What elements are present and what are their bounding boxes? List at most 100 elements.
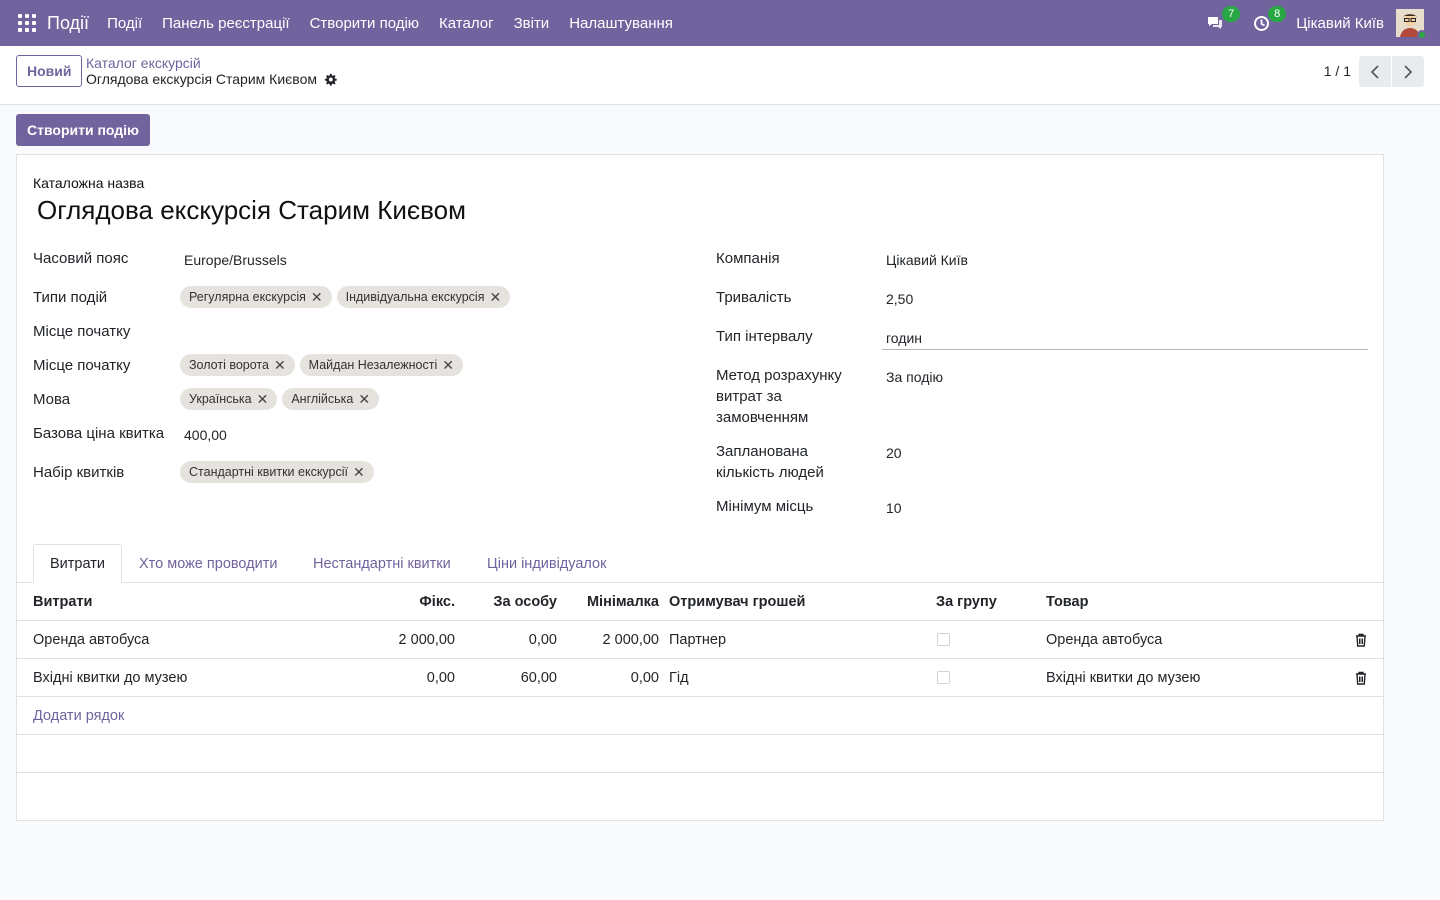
remove-tag-icon[interactable]: ✕ [358, 391, 370, 408]
menu-item-create-event[interactable]: Створити подію [310, 15, 419, 32]
column-header-expense[interactable]: Витрати [33, 594, 92, 610]
pager-value[interactable]: 1 / 1 [1324, 63, 1351, 79]
event-types-label: Типи подій [33, 289, 108, 306]
catalog-name-field[interactable]: Оглядова екскурсія Старим Києвом [37, 195, 466, 226]
tag-label: Індивідуальна екскурсія [345, 290, 485, 304]
remove-tag-icon[interactable]: ✕ [311, 289, 323, 306]
column-header-minimum[interactable]: Мінімалка [559, 594, 659, 610]
remove-tag-icon[interactable]: ✕ [442, 357, 454, 374]
app-grid-icon[interactable] [17, 13, 37, 33]
cell-per-person[interactable]: 60,00 [457, 670, 557, 686]
planned-people-field[interactable]: 20 [886, 445, 902, 461]
column-header-payee[interactable]: Отримувач грошей [669, 594, 805, 610]
start-place-label: Місце початку [33, 323, 131, 340]
per-group-checkbox[interactable] [937, 633, 950, 646]
table-divider [17, 658, 1383, 659]
messages-icon[interactable]: 7 [1204, 6, 1241, 34]
cell-minimum[interactable]: 2 000,00 [559, 632, 659, 648]
app-name[interactable]: Події [47, 13, 89, 34]
messages-count-badge: 7 [1222, 6, 1241, 22]
remove-tag-icon[interactable]: ✕ [274, 357, 286, 374]
ticket-set-field[interactable]: Стандартні квитки екскурсії ✕ [180, 461, 374, 483]
timezone-field[interactable]: Europe/Brussels [184, 252, 287, 268]
new-record-button[interactable]: Новий [16, 55, 83, 87]
per-group-checkbox[interactable] [937, 671, 950, 684]
breadcrumb-current: Оглядова екскурсія Старим Києвом [86, 71, 337, 87]
cost-method-label-line3: замовченням [716, 409, 809, 426]
duration-field[interactable]: 2,50 [886, 291, 913, 307]
cell-payee[interactable]: Партнер [669, 632, 726, 648]
cost-method-label-line2: витрат за [716, 388, 782, 405]
add-line-link[interactable]: Додати рядок [33, 708, 124, 724]
base-price-label: Базова ціна квитка [33, 425, 165, 442]
cell-product[interactable]: Оренда автобуса [1046, 632, 1162, 648]
base-price-field[interactable]: 400,00 [184, 427, 227, 443]
cost-method-field[interactable]: За подію [886, 369, 943, 385]
pager-next-button[interactable] [1392, 56, 1424, 87]
tab-custom-tickets[interactable]: Нестандартні квитки [297, 544, 467, 583]
tab-who-can-guide[interactable]: Хто може проводити [123, 544, 293, 583]
tag-language: Українська ✕ [180, 388, 278, 410]
tag-label: Українська [189, 392, 252, 406]
menu-item-events[interactable]: Події [107, 15, 142, 32]
user-avatar[interactable] [1396, 9, 1427, 40]
tag-label: Англійська [291, 392, 354, 406]
form-sheet: Каталожна назва Оглядова екскурсія Стари… [16, 154, 1384, 821]
language-label: Мова [33, 391, 71, 408]
catalog-name-label: Каталожна назва [33, 175, 145, 191]
min-seats-field[interactable]: 10 [886, 500, 902, 516]
interval-type-field[interactable]: годин [886, 330, 922, 346]
cell-fixed[interactable]: 0,00 [355, 670, 455, 686]
navbar-systray: 7 8 Цікавий Київ [1204, 0, 1440, 46]
language-field[interactable]: Українська ✕ Англійська ✕ [180, 388, 380, 410]
company-switcher[interactable]: Цікавий Київ [1296, 15, 1384, 32]
start-places-field[interactable]: Золоті ворота ✕ Майдан Незалежності ✕ [180, 354, 463, 376]
column-header-fixed[interactable]: Фікс. [355, 594, 455, 610]
remove-tag-icon[interactable]: ✕ [489, 289, 501, 306]
menu-item-registration-desk[interactable]: Панель реєстрації [162, 15, 289, 32]
remove-tag-icon[interactable]: ✕ [257, 391, 269, 408]
tag-label: Золоті ворота [189, 358, 269, 372]
control-panel: Новий Каталог екскурсій Оглядова екскурс… [0, 46, 1440, 105]
tab-expenses[interactable]: Витрати [33, 544, 122, 583]
column-header-product[interactable]: Товар [1046, 594, 1088, 610]
tag-language: Англійська ✕ [282, 388, 380, 410]
table-divider [17, 620, 1383, 621]
tag-label: Стандартні квитки екскурсії [189, 465, 348, 479]
menu-item-reports[interactable]: Звіти [514, 15, 550, 32]
breadcrumb-parent-link[interactable]: Каталог екскурсій [86, 55, 201, 71]
cell-per-person[interactable]: 0,00 [457, 632, 557, 648]
cell-expense-name[interactable]: Оренда автобуса [33, 632, 149, 648]
column-header-per-person[interactable]: За особу [457, 594, 557, 610]
tag-start-place: Майдан Незалежності ✕ [299, 354, 463, 376]
column-header-per-group[interactable]: За групу [936, 594, 997, 610]
remove-tag-icon[interactable]: ✕ [353, 464, 365, 481]
tag-event-type: Регулярна екскурсія ✕ [180, 286, 332, 308]
top-navbar: Події Події Панель реєстрації Створити п… [0, 0, 1440, 46]
cell-product[interactable]: Вхідні квитки до музею [1046, 670, 1200, 686]
pager-previous-button[interactable] [1359, 56, 1391, 87]
tag-label: Майдан Незалежності [308, 358, 438, 372]
chevron-right-icon [1404, 64, 1413, 79]
cell-expense-name[interactable]: Вхідні квитки до музею [33, 670, 187, 686]
tag-start-place: Золоті ворота ✕ [180, 354, 295, 376]
company-field[interactable]: Цікавий Київ [886, 252, 968, 268]
cell-payee[interactable]: Гід [669, 670, 689, 686]
start-places-label: Місце початку [33, 357, 131, 374]
tag-label: Регулярна екскурсія [189, 290, 306, 304]
tag-event-type: Індивідуальна екскурсія ✕ [336, 286, 511, 308]
create-event-button[interactable]: Створити подію [16, 114, 151, 146]
gear-icon[interactable] [324, 73, 337, 86]
duration-label: Тривалість [716, 289, 792, 306]
planned-people-label-line2: кількість людей [716, 464, 824, 481]
trash-icon[interactable] [1355, 671, 1367, 688]
menu-item-catalog[interactable]: Каталог [439, 15, 494, 32]
activities-clock-icon[interactable]: 8 [1250, 6, 1287, 34]
event-types-field[interactable]: Регулярна екскурсія ✕ Індивідуальна екску… [180, 286, 511, 308]
menu-item-settings[interactable]: Налаштування [569, 15, 673, 32]
cell-minimum[interactable]: 0,00 [559, 670, 659, 686]
trash-icon[interactable] [1355, 633, 1367, 650]
breadcrumb-current-label: Оглядова екскурсія Старим Києвом [86, 71, 317, 87]
cell-fixed[interactable]: 2 000,00 [355, 632, 455, 648]
tab-private-prices[interactable]: Ціни індивідуалок [471, 544, 622, 583]
